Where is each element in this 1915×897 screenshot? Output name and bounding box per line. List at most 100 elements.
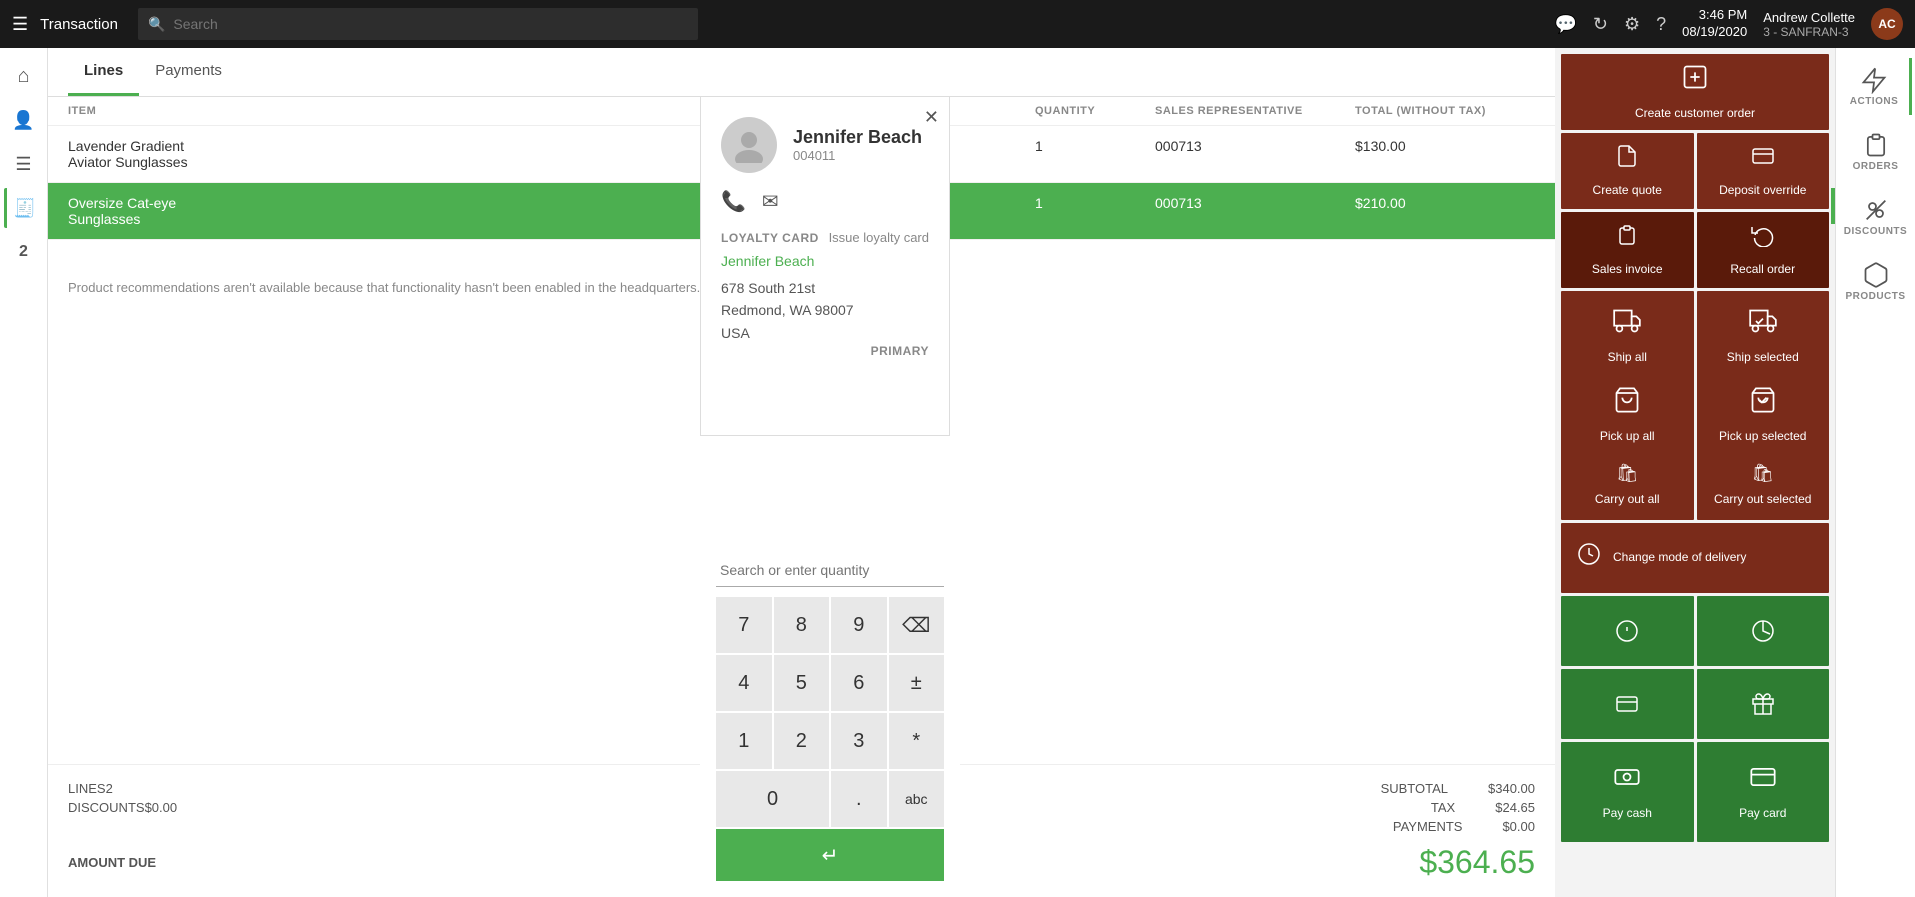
customer-header: Jennifer Beach 004011 — [721, 117, 929, 173]
customer-id: 004011 — [793, 148, 922, 163]
tile-pay-card[interactable]: Pay card — [1697, 742, 1830, 842]
hamburger-icon[interactable]: ☰ — [12, 14, 28, 35]
pay-card-icon — [1749, 763, 1777, 798]
carry-out-all-icon: 🛍 — [1616, 463, 1639, 484]
ship-all-icon — [1613, 307, 1641, 342]
lines-value: 2 — [106, 781, 113, 796]
products-label: PRODUCTS — [1845, 291, 1905, 302]
key-1[interactable]: 1 — [716, 713, 772, 769]
quantity-search-input[interactable] — [716, 554, 944, 587]
create-quote-label: Create quote — [1593, 183, 1662, 199]
keypad-area: 7 8 9 ⌫ 4 5 6 ± 1 2 3 * 0 . abc ↵ — [700, 544, 960, 897]
avatar[interactable]: AC — [1871, 8, 1903, 40]
tile-carry-out-selected[interactable]: 🛍 Carry out selected — [1697, 450, 1830, 520]
sidebar-item-transactions[interactable]: 🧾 — [4, 188, 44, 228]
key-dot[interactable]: . — [831, 771, 887, 827]
tile-carry-out-all[interactable]: 🛍 Carry out all — [1561, 450, 1694, 520]
deposit-override-label: Deposit override — [1719, 183, 1806, 199]
tile-icon-3[interactable] — [1561, 669, 1694, 739]
tab-lines[interactable]: Lines — [68, 48, 139, 96]
payments-label: PAYMENTS — [1393, 819, 1463, 834]
customer-link[interactable]: Jennifer Beach — [721, 253, 929, 269]
customer-address: 678 South 21st Redmond, WA 98007 USA — [721, 277, 929, 344]
refresh-icon[interactable]: ↻ — [1593, 14, 1608, 35]
phone-icon[interactable]: 📞 — [721, 189, 746, 214]
recall-order-label: Recall order — [1730, 262, 1795, 278]
item-rep: 000713 — [1155, 138, 1355, 170]
orders-active-indicator — [1831, 188, 1835, 224]
key-plusminus[interactable]: ± — [889, 655, 945, 711]
tile-ship-selected[interactable]: Ship selected — [1697, 291, 1830, 381]
primary-label: PRIMARY — [721, 344, 929, 358]
tile-ship-all[interactable]: Ship all — [1561, 291, 1694, 381]
key-6[interactable]: 6 — [831, 655, 887, 711]
discounts-button[interactable]: DISCOUNTS — [1840, 188, 1912, 245]
key-4[interactable]: 4 — [716, 655, 772, 711]
tab-bar: Lines Payments — [48, 48, 1555, 97]
tab-payments[interactable]: Payments — [139, 48, 238, 96]
sidebar-item-home[interactable]: ⌂ — [4, 56, 44, 96]
sidebar-item-count[interactable]: 2 — [4, 232, 44, 272]
key-5[interactable]: 5 — [774, 655, 830, 711]
item-total: $210.00 — [1355, 195, 1535, 227]
tile-recall-order[interactable]: Recall order — [1697, 212, 1830, 288]
tile-pick-up-selected[interactable]: Pick up selected — [1697, 371, 1830, 461]
issue-loyalty-button[interactable]: Issue loyalty card — [829, 230, 929, 245]
key-8[interactable]: 8 — [774, 597, 830, 653]
actions-button[interactable]: ACTIONS — [1840, 58, 1912, 115]
carry-out-selected-label: Carry out selected — [1714, 492, 1811, 508]
sidebar-item-customers[interactable]: 👤 — [4, 100, 44, 140]
tile-sales-invoice[interactable]: Sales invoice — [1561, 212, 1694, 288]
key-backspace[interactable]: ⌫ — [889, 597, 945, 653]
key-0[interactable]: 0 — [716, 771, 829, 827]
discounts-value: $0.00 — [145, 800, 178, 815]
search-bar[interactable]: 🔍 — [138, 8, 698, 40]
customer-panel: ✕ Jennifer Beach 004011 📞 ✉ LOYALTY CARD… — [700, 96, 950, 436]
tile-icon-2[interactable] — [1697, 596, 1830, 666]
orders-button[interactable]: ORDERS — [1840, 123, 1912, 180]
topbar: ☰ Transaction 🔍 💬 ↻ ⚙ ? 3:46 PM 08/19/20… — [0, 0, 1915, 48]
app-title: Transaction — [40, 16, 118, 33]
tile-deposit-override[interactable]: Deposit override — [1697, 133, 1830, 209]
sales-invoice-icon — [1615, 223, 1639, 254]
discounts-label: DISCOUNTS — [68, 800, 145, 815]
products-button[interactable]: PRODUCTS — [1840, 253, 1912, 310]
actions-sidebar: ACTIONS ORDERS DISCOUNTS PRODUCTS — [1835, 48, 1915, 897]
tile-pay-cash[interactable]: Pay cash — [1561, 742, 1694, 842]
clock: 3:46 PM 08/19/2020 — [1682, 7, 1747, 41]
help-icon[interactable]: ? — [1656, 14, 1666, 35]
change-mode-delivery-icon — [1577, 542, 1601, 573]
customer-avatar — [721, 117, 777, 173]
tile-icon-4[interactable] — [1697, 669, 1830, 739]
key-3[interactable]: 3 — [831, 713, 887, 769]
key-multiply[interactable]: * — [889, 713, 945, 769]
tile-pick-up-all[interactable]: Pick up all — [1561, 371, 1694, 461]
settings-icon[interactable]: ⚙ — [1624, 14, 1640, 35]
col-quantity: QUANTITY — [1035, 105, 1155, 117]
pay-cash-icon — [1613, 763, 1641, 798]
carry-out-selected-icon: 🛍 — [1751, 463, 1774, 484]
close-button[interactable]: ✕ — [924, 107, 939, 128]
orders-label: ORDERS — [1853, 161, 1899, 172]
key-2[interactable]: 2 — [774, 713, 830, 769]
tile-create-customer-order[interactable]: Create customer order — [1561, 54, 1829, 130]
tile-change-mode-delivery[interactable]: Change mode of delivery — [1561, 523, 1829, 593]
key-7[interactable]: 7 — [716, 597, 772, 653]
key-abc[interactable]: abc — [889, 771, 945, 827]
pay-cash-label: Pay cash — [1603, 806, 1652, 822]
tile-create-quote[interactable]: Create quote — [1561, 133, 1694, 209]
right-panel: Create customer order Create quote Depos… — [1555, 48, 1915, 897]
sidebar-item-menu[interactable]: ☰ — [4, 144, 44, 184]
amount-due-label: AMOUNT DUE — [68, 855, 156, 870]
actions-label: ACTIONS — [1850, 96, 1899, 107]
item-quantity: 1 — [1035, 195, 1155, 227]
tile-icon-1[interactable] — [1561, 596, 1694, 666]
search-input[interactable] — [173, 16, 688, 32]
email-icon[interactable]: ✉ — [762, 189, 779, 214]
lines-label: LINES — [68, 781, 106, 796]
deposit-override-icon — [1751, 144, 1775, 175]
key-9[interactable]: 9 — [831, 597, 887, 653]
key-enter[interactable]: ↵ — [716, 829, 944, 881]
ship-selected-label: Ship selected — [1727, 350, 1799, 366]
chat-icon[interactable]: 💬 — [1554, 14, 1576, 35]
